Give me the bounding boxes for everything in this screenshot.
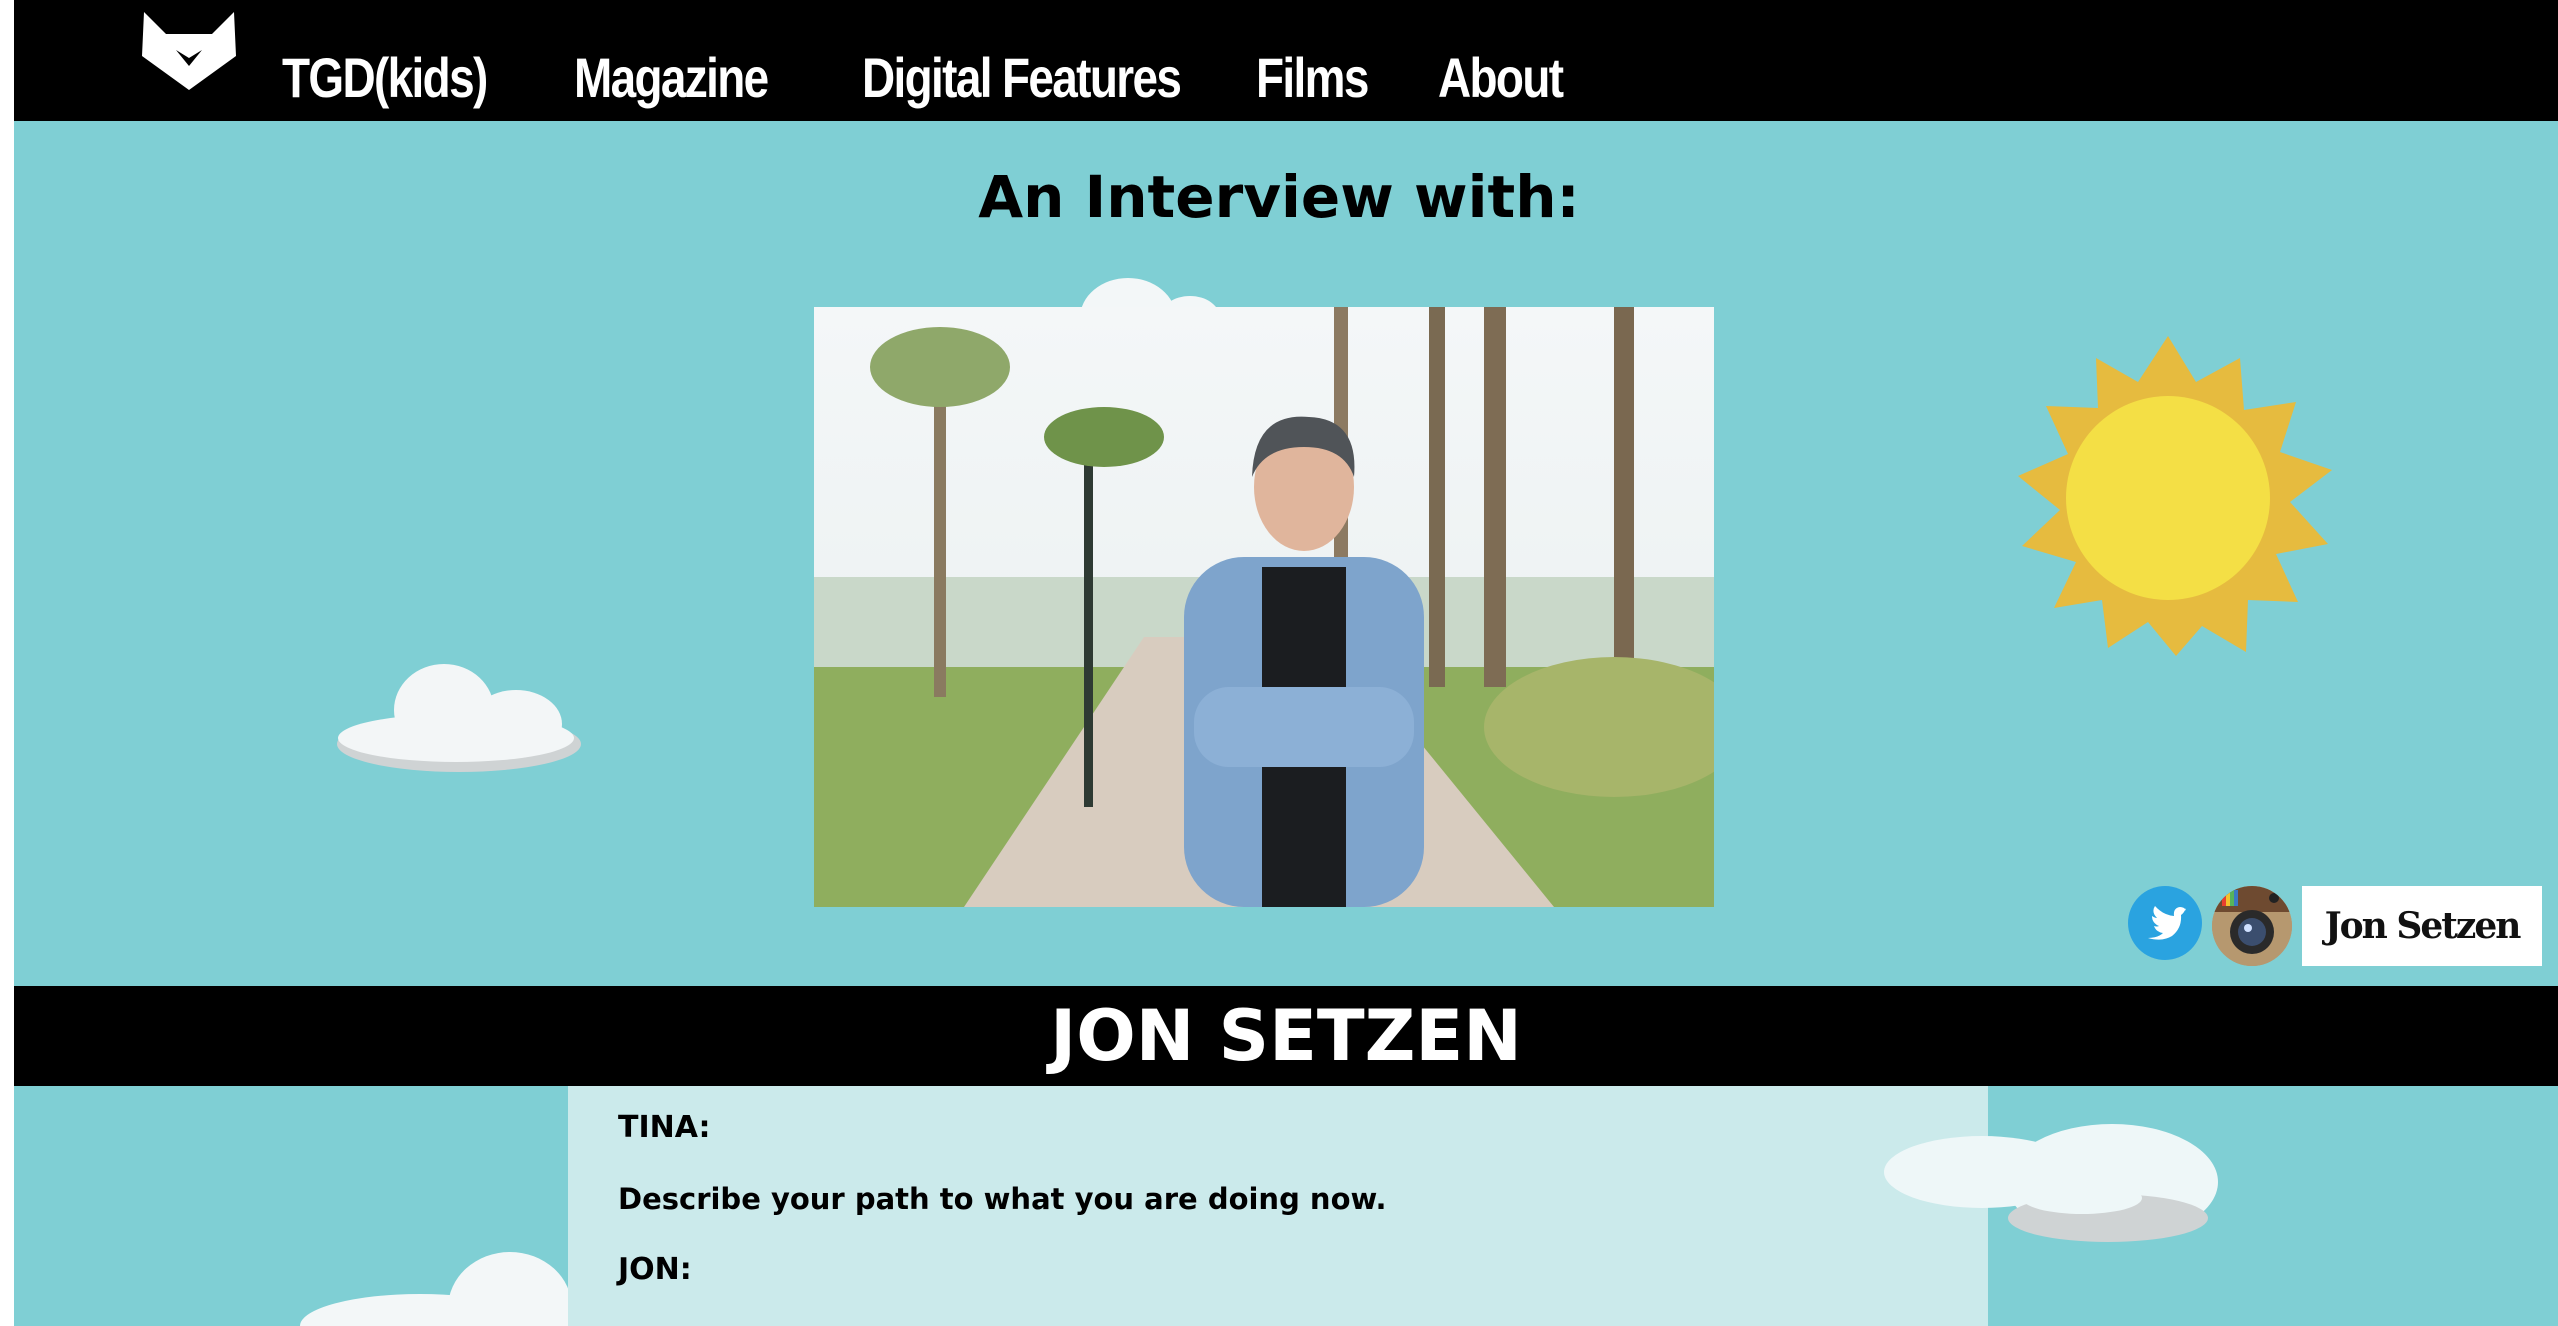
interview-headline: An Interview with: (978, 163, 1580, 231)
speaker-label: TINA: (618, 1110, 711, 1145)
nav-link-tgd-kids[interactable]: TGD(kids) (282, 36, 488, 120)
subject-name-banner: JON SETZEN (14, 986, 2558, 1086)
instagram-icon (2212, 886, 2292, 966)
nav-link-about[interactable]: About (1438, 36, 1564, 120)
fox-logo-icon[interactable] (136, 12, 242, 90)
interview-photo (814, 307, 1714, 907)
speaker-label: JON: (618, 1252, 692, 1287)
twitter-button[interactable] (2128, 886, 2202, 960)
instagram-button[interactable] (2212, 886, 2292, 966)
cloud-decoration (1884, 1124, 2218, 1242)
nav-link-digital-features[interactable]: Digital Features (862, 36, 1182, 120)
cloud-decoration (337, 664, 581, 772)
nav-link-films[interactable]: Films (1256, 36, 1369, 120)
author-name-tag: Jon Setzen (2302, 886, 2542, 966)
interview-content-panel: TINA: Describe your path to what you are… (568, 1086, 1988, 1326)
nav-links: TGD(kids) Magazine Digital Features Film… (282, 36, 1578, 120)
sun-decoration (2018, 336, 2332, 656)
twitter-icon (2148, 906, 2186, 940)
interview-question: Describe your path to what you are doing… (618, 1182, 1387, 1216)
nav-link-magazine[interactable]: Magazine (574, 36, 769, 120)
top-navigation: TGD(kids) Magazine Digital Features Film… (14, 0, 2558, 121)
